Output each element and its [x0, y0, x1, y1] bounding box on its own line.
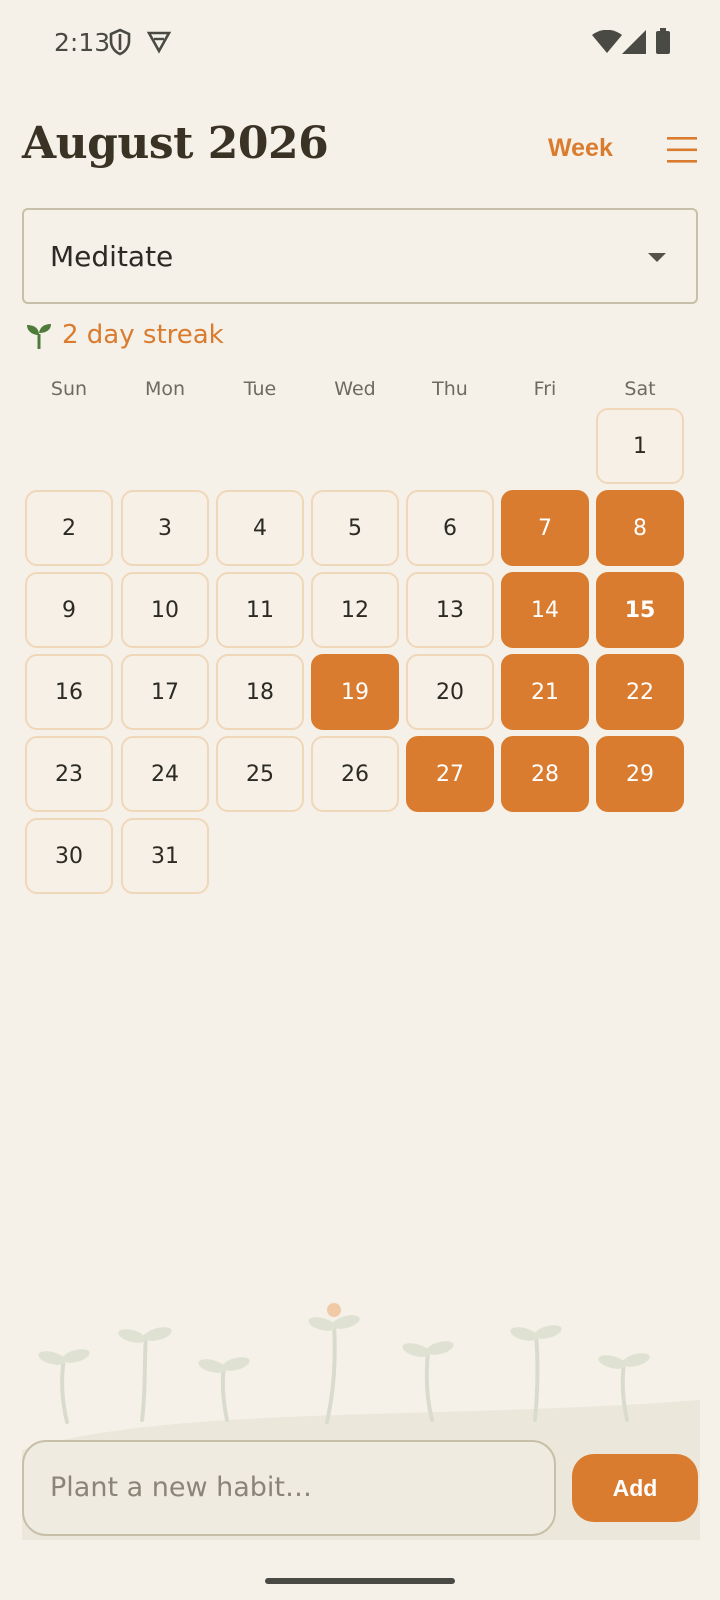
habit-dropdown-value: Meditate: [50, 240, 174, 273]
calendar-day[interactable]: 19: [311, 654, 399, 730]
calendar-day[interactable]: 13: [406, 572, 494, 648]
calendar-day[interactable]: 2: [25, 490, 113, 566]
weekday-label: Fri: [533, 378, 557, 400]
calendar-day[interactable]: 6: [406, 490, 494, 566]
calendar-day[interactable]: 1: [596, 408, 684, 484]
calendar-day[interactable]: 30: [25, 818, 113, 894]
calendar-day[interactable]: 25: [216, 736, 304, 812]
calendar-day[interactable]: 3: [121, 490, 209, 566]
calendar-day[interactable]: 24: [121, 736, 209, 812]
weekday-label: Wed: [334, 378, 376, 400]
add-habit-button[interactable]: Add: [572, 1454, 698, 1522]
calendar-day[interactable]: 4: [216, 490, 304, 566]
calendar-day[interactable]: 22: [596, 654, 684, 730]
calendar-day[interactable]: 23: [25, 736, 113, 812]
week-view-button[interactable]: Week: [548, 134, 613, 163]
calendar-day[interactable]: 21: [501, 654, 589, 730]
dropdown-arrow-icon: [648, 253, 666, 262]
page-title: August 2026: [22, 118, 329, 169]
calendar-day[interactable]: 17: [121, 654, 209, 730]
calendar-day[interactable]: 11: [216, 572, 304, 648]
calendar-day[interactable]: 26: [311, 736, 399, 812]
status-time: 2:13: [54, 28, 111, 57]
calendar-day[interactable]: 28: [501, 736, 589, 812]
wifi-icon: [592, 30, 622, 53]
calendar-day[interactable]: 31: [121, 818, 209, 894]
calendar-day[interactable]: 20: [406, 654, 494, 730]
calendar-day[interactable]: 14: [501, 572, 589, 648]
signal-icon: [622, 30, 646, 54]
battery-icon: [656, 28, 670, 54]
calendar-day[interactable]: 8: [596, 490, 684, 566]
sprout-icon: [27, 324, 51, 349]
weekday-label: Sun: [50, 378, 88, 400]
calendar-day[interactable]: 18: [216, 654, 304, 730]
habit-dropdown[interactable]: Meditate: [22, 208, 698, 304]
streak-text: 2 day streak: [62, 320, 224, 350]
calendar-day[interactable]: 27: [406, 736, 494, 812]
weekday-label: Sat: [624, 378, 656, 400]
calendar-day[interactable]: 15: [596, 572, 684, 648]
weekday-label: Thu: [432, 378, 468, 400]
new-habit-input[interactable]: Plant a new habit…: [22, 1440, 556, 1536]
weekday-label: Mon: [144, 378, 186, 400]
calendar-day[interactable]: 29: [596, 736, 684, 812]
hamburger-menu-icon[interactable]: [666, 134, 698, 166]
calendar-day[interactable]: 9: [25, 572, 113, 648]
calendar-day[interactable]: 10: [121, 572, 209, 648]
shield-icon: [109, 28, 131, 56]
weekday-label: Tue: [243, 378, 277, 400]
calendar-day[interactable]: 12: [311, 572, 399, 648]
vpn-icon: [146, 31, 172, 54]
calendar-day[interactable]: 16: [25, 654, 113, 730]
home-indicator[interactable]: [265, 1578, 455, 1584]
calendar-day[interactable]: 7: [501, 490, 589, 566]
status-bar: 2:13: [0, 0, 720, 86]
calendar-day[interactable]: 5: [311, 490, 399, 566]
